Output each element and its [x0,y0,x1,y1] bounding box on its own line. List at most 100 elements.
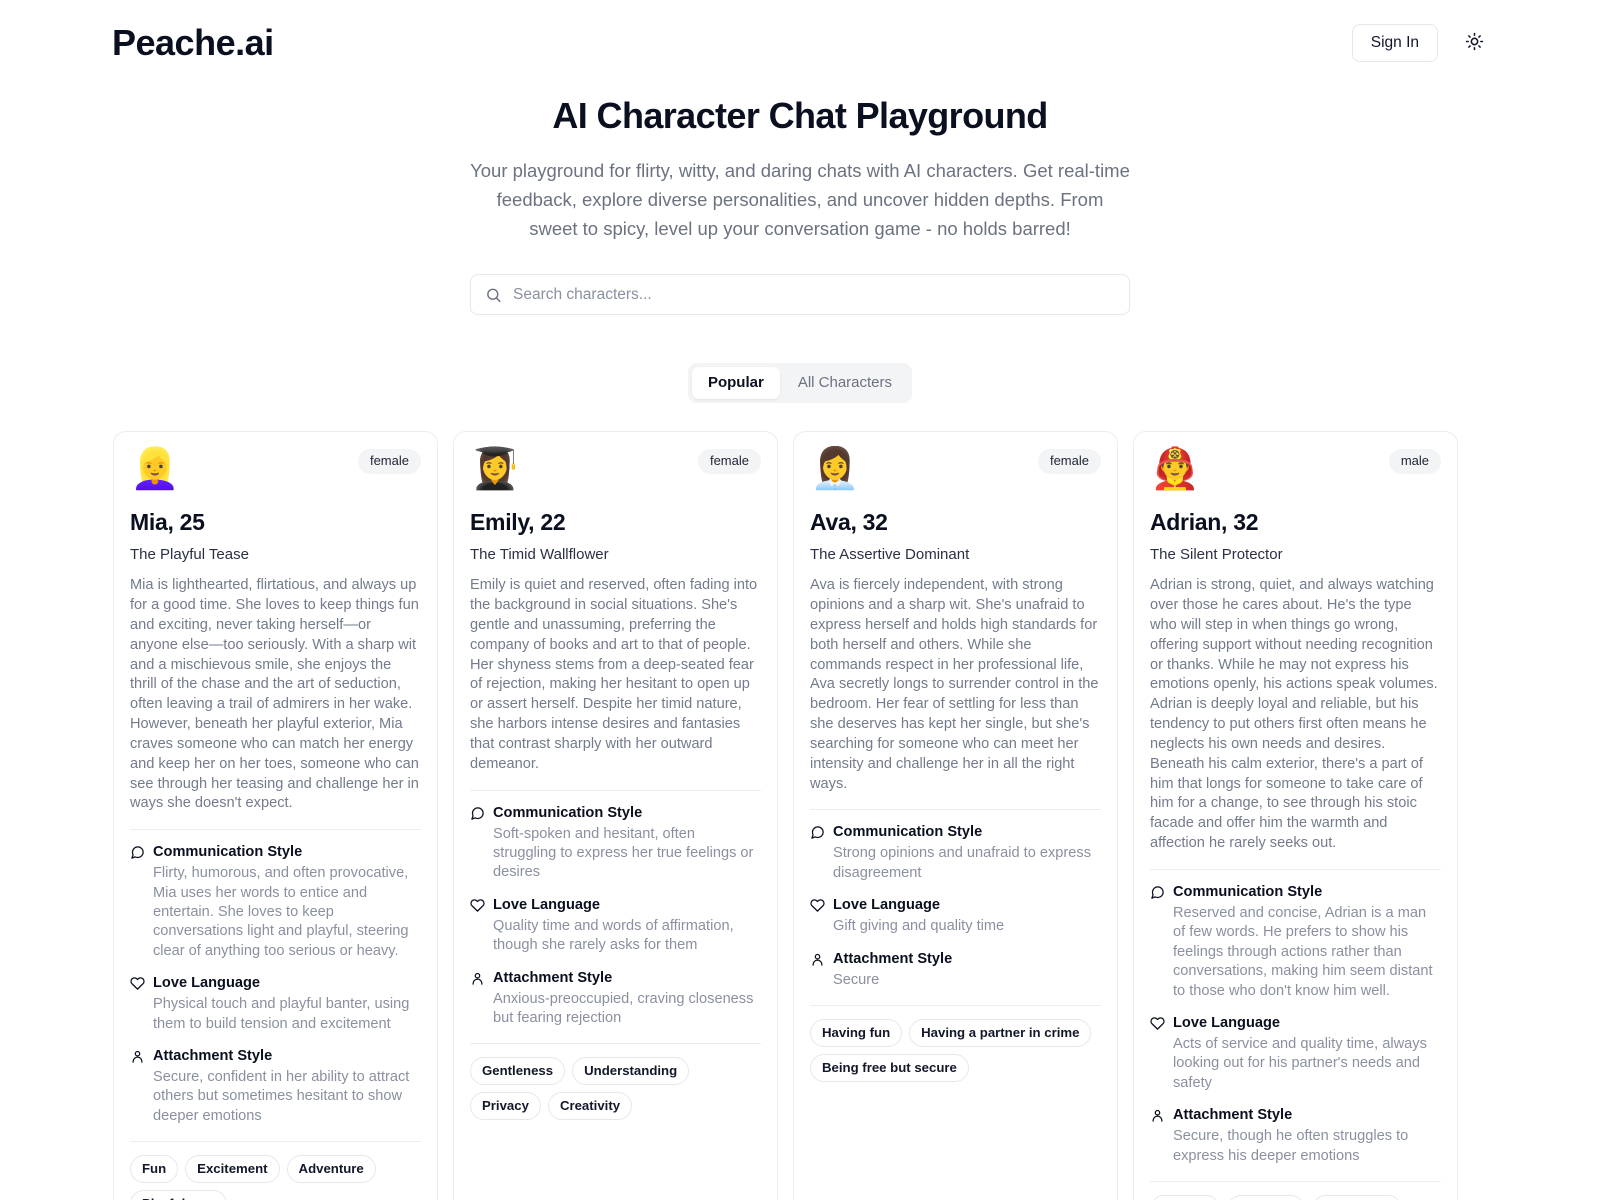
trait-label: Attachment Style [153,1048,273,1065]
sun-icon [1465,32,1484,54]
theme-toggle-button[interactable] [1460,29,1488,57]
tab-group: Popular All Characters [687,363,913,404]
person-icon [470,971,485,986]
trait-attachment-style: Attachment Style Secure [810,950,1101,990]
brand-logo[interactable]: Peache.ai [112,25,274,61]
trait-value: Secure, confident in her ability to attr… [153,1069,410,1124]
trait-header: Attachment Style [130,1047,421,1066]
tag[interactable]: Privacy [470,1092,541,1120]
trait-header: Attachment Style [1150,1106,1441,1125]
tag[interactable]: Playfulness [130,1190,228,1200]
character-tagline: The Silent Protector [1150,545,1283,563]
tag-list: Gentleness Understanding Privacy Creativ… [470,1057,761,1120]
trait-label: Attachment Style [1173,1107,1293,1124]
tag[interactable]: Adventure [286,1155,376,1184]
character-description: Emily is quiet and reserved, often fadin… [470,577,758,772]
trait-value: Flirty, humorous, and often provocative,… [153,865,409,959]
trait-header: Love Language [1150,1014,1441,1033]
gender-badge: female [697,449,761,475]
tag-list: Loyalty Strength Protection [1150,1194,1441,1200]
character-name: Adrian, 32 [1150,509,1259,536]
search-bar [470,274,1130,316]
site-header: Peache.ai Sign In [0,0,1600,86]
trait-love-language: Love Language Gift giving and quality ti… [810,896,1101,936]
tag[interactable]: Creativity [547,1092,633,1120]
divider [1150,868,1441,870]
header-actions: Sign In [1351,23,1488,63]
trait-communication-style: Communication Style Flirty, humorous, an… [130,843,421,961]
tag[interactable]: Having fun [810,1018,903,1047]
card-header: 👩‍💼 female [810,449,1101,489]
trait-communication-style: Communication Style Strong opinions and … [810,823,1101,883]
trait-header: Communication Style [810,823,1101,842]
character-tagline: The Playful Tease [130,545,249,563]
avatar: 👨‍🚒 [1150,446,1200,493]
trait-attachment-style: Attachment Style Secure, confident in he… [130,1047,421,1126]
trait-header: Love Language [810,896,1101,915]
tag[interactable]: Having a partner in crime [909,1018,1092,1047]
tag[interactable]: Loyalty [1150,1194,1221,1200]
tab-popular[interactable]: Popular [691,367,780,400]
trait-value: Strong opinions and unafraid to express … [833,845,1091,881]
sign-in-button[interactable]: Sign In [1351,23,1438,63]
heart-icon [810,898,825,913]
trait-attachment-style: Attachment Style Secure, though he often… [1150,1106,1441,1166]
character-card[interactable]: 👱‍♀️ female Mia, 25 The Playful Tease Mi… [113,431,438,1200]
divider [470,1043,761,1045]
tag-list: Fun Excitement Adventure Playfulness [130,1155,421,1200]
character-grid: 👱‍♀️ female Mia, 25 The Playful Tease Mi… [0,403,1600,1200]
tag[interactable]: Understanding [572,1057,690,1086]
tag[interactable]: Fun [130,1155,179,1184]
character-tagline: The Timid Wallflower [470,545,609,563]
trait-label: Attachment Style [833,950,953,967]
character-card[interactable]: 👩‍🎓 female Emily, 22 The Timid Wallflowe… [453,431,778,1200]
trait-label: Love Language [493,896,601,913]
card-header: 👨‍🚒 male [1150,449,1441,489]
person-icon [130,1049,145,1064]
tag[interactable]: Being free but secure [810,1053,969,1082]
person-icon [1150,1108,1165,1123]
trait-header: Attachment Style [810,950,1101,969]
search-input[interactable] [470,274,1130,316]
trait-love-language: Love Language Acts of service and qualit… [1150,1014,1441,1093]
card-header: 👱‍♀️ female [130,449,421,489]
trait-label: Love Language [833,897,941,914]
trait-value: Physical touch and playful banter, using… [153,996,410,1032]
filter-tabs: Popular All Characters [0,363,1600,404]
trait-label: Communication Style [153,844,303,861]
character-description: Ava is fiercely independent, with strong… [810,577,1099,792]
trait-label: Love Language [153,975,261,992]
avatar: 👱‍♀️ [130,446,180,493]
trait-love-language: Love Language Quality time and words of … [470,896,761,956]
trait-value: Acts of service and quality time, always… [1173,1035,1427,1091]
gender-badge: female [357,449,421,475]
trait-attachment-style: Attachment Style Anxious-preoccupied, cr… [470,969,761,1029]
tab-all-characters[interactable]: All Characters [782,367,908,399]
trait-value: Soft-spoken and hesitant, often struggli… [493,825,754,881]
gender-badge: male [1388,449,1441,475]
character-name: Ava, 32 [810,509,888,536]
character-name: Mia, 25 [130,509,205,536]
trait-header: Communication Style [130,843,421,862]
divider [470,789,761,791]
character-description: Adrian is strong, quiet, and always watc… [1150,577,1438,852]
divider [130,829,421,831]
heart-icon [1150,1016,1165,1031]
tag[interactable]: Strength [1227,1194,1306,1200]
trait-value: Secure, though he often struggles to exp… [1173,1128,1409,1164]
trait-header: Attachment Style [470,969,761,988]
trait-label: Communication Style [1173,883,1323,900]
trait-label: Communication Style [833,824,983,841]
character-card[interactable]: 👩‍💼 female Ava, 32 The Assertive Dominan… [793,431,1118,1200]
character-card[interactable]: 👨‍🚒 male Adrian, 32 The Silent Protector… [1133,431,1458,1200]
person-icon [810,952,825,967]
tag[interactable]: Gentleness [470,1057,566,1086]
avatar: 👩‍💼 [810,446,860,493]
tag[interactable]: Protection [1312,1194,1402,1200]
heart-icon [470,898,485,913]
divider [130,1141,421,1143]
tag[interactable]: Excitement [185,1155,280,1184]
trait-label: Love Language [1173,1014,1281,1031]
heart-icon [130,976,145,991]
message-bubble-icon [130,845,145,860]
